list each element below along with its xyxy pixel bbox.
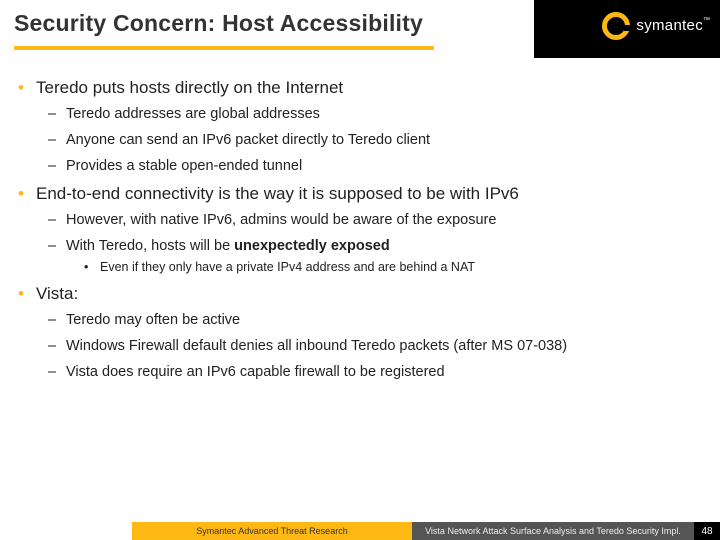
- header: Security Concern: Host Accessibility sym…: [0, 0, 720, 58]
- sub-text: However, with native IPv6, admins would …: [66, 212, 496, 228]
- brand-name: symantec: [636, 17, 703, 34]
- sub-item: Windows Firewall default denies all inbo…: [48, 338, 702, 354]
- sub-item: However, with native IPv6, admins would …: [48, 212, 702, 228]
- sub-item: Teredo addresses are global addresses: [48, 106, 702, 122]
- sub-text: Provides a stable open-ended tunnel: [66, 158, 302, 174]
- subsub-list: Even if they only have a private IPv4 ad…: [84, 260, 702, 274]
- ring-icon: [602, 12, 630, 40]
- sub-item: Teredo may often be active: [48, 312, 702, 328]
- bullet-item: Vista: Teredo may often be active Window…: [18, 284, 702, 380]
- brand-text: symantec™: [636, 17, 710, 35]
- sub-list: Teredo may often be active Windows Firew…: [48, 312, 702, 380]
- slide: Security Concern: Host Accessibility sym…: [0, 0, 720, 540]
- bullet-text: Vista:: [36, 284, 78, 304]
- bullet-list: Teredo puts hosts directly on the Intern…: [18, 78, 702, 380]
- bullet-item: End-to-end connectivity is the way it is…: [18, 184, 702, 274]
- trademark: ™: [703, 17, 710, 24]
- brand-logo: symantec™: [602, 12, 710, 40]
- sub-text-a: With Teredo, hosts will be: [66, 238, 234, 254]
- sub-text: Teredo may often be active: [66, 312, 240, 328]
- footer: Symantec Advanced Threat Research Vista …: [0, 522, 720, 540]
- bullet-text: End-to-end connectivity is the way it is…: [36, 184, 519, 204]
- sub-list: Teredo addresses are global addresses An…: [48, 106, 702, 174]
- slide-title: Security Concern: Host Accessibility: [14, 10, 423, 37]
- subsub-text: Even if they only have a private IPv4 ad…: [100, 260, 475, 274]
- sub-text: Anyone can send an IPv6 packet directly …: [66, 132, 430, 148]
- sub-item: Vista does require an IPv6 capable firew…: [48, 364, 702, 380]
- slide-body: Teredo puts hosts directly on the Intern…: [0, 58, 720, 380]
- bullet-item: Teredo puts hosts directly on the Intern…: [18, 78, 702, 174]
- footer-spacer: [0, 522, 132, 540]
- footer-left: Symantec Advanced Threat Research: [132, 522, 412, 540]
- footer-right: Vista Network Attack Surface Analysis an…: [412, 522, 694, 540]
- sub-item: Provides a stable open-ended tunnel: [48, 158, 702, 174]
- sub-text: Windows Firewall default denies all inbo…: [66, 338, 567, 354]
- sub-text: Teredo addresses are global addresses: [66, 106, 320, 122]
- sub-text: Vista does require an IPv6 capable firew…: [66, 364, 445, 380]
- subsub-item: Even if they only have a private IPv4 ad…: [84, 260, 702, 274]
- sub-item: With Teredo, hosts will be unexpectedly …: [48, 238, 702, 274]
- sub-text-bold: unexpectedly exposed: [234, 238, 390, 254]
- title-underline: [14, 46, 434, 50]
- sub-item: Anyone can send an IPv6 packet directly …: [48, 132, 702, 148]
- bullet-text: Teredo puts hosts directly on the Intern…: [36, 78, 343, 98]
- page-number: 48: [694, 522, 720, 540]
- sub-list: However, with native IPv6, admins would …: [48, 212, 702, 274]
